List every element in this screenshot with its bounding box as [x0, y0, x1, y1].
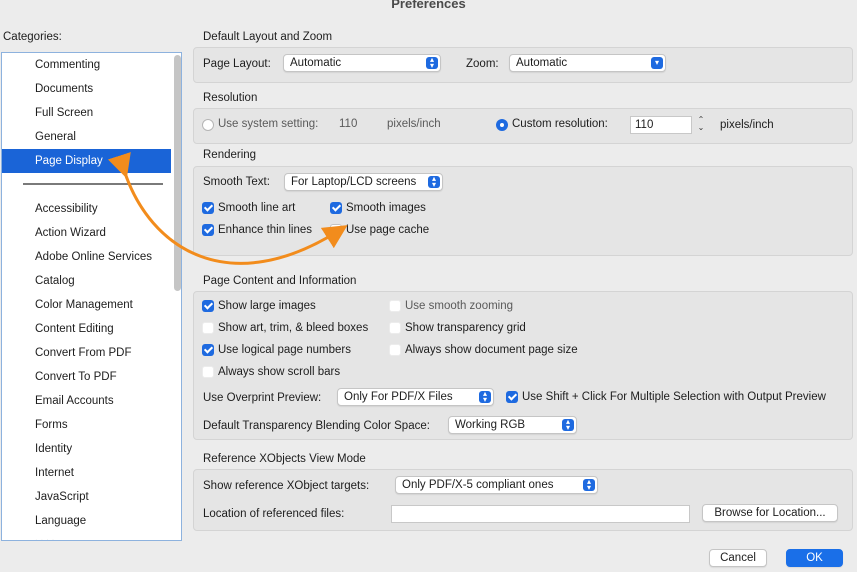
categories-list[interactable]: Commenting Documents Full Screen General…	[1, 52, 182, 541]
sidebar-item-commenting[interactable]: Commenting	[2, 53, 171, 77]
resolution-stepper[interactable]: ⌃ ⌄	[695, 116, 707, 134]
custom-resolution-input[interactable]: 110	[630, 116, 692, 134]
sidebar-separator	[23, 183, 163, 185]
always-show-doc-page-size-label: Always show document page size	[405, 344, 578, 356]
sidebar-item-accessibility[interactable]: Accessibility	[2, 197, 171, 221]
page-layout-select[interactable]: Automatic ▴ ▾	[283, 54, 441, 72]
chevron-up-down-icon: ▴ ▾	[562, 418, 574, 432]
custom-resolution-label: Custom resolution:	[512, 118, 608, 130]
custom-resolution-radio[interactable]	[496, 119, 508, 131]
section-title-layout-zoom: Default Layout and Zoom	[203, 31, 333, 43]
smooth-text-value: For Laptop/LCD screens	[291, 176, 417, 188]
sidebar-item-color-management[interactable]: Color Management	[2, 293, 171, 317]
shift-click-label: Use Shift + Click For Multiple Selection…	[522, 391, 826, 403]
chevron-up-down-icon: ▴ ▾	[426, 56, 438, 70]
chevron-up-down-icon: ▴ ▾	[583, 478, 595, 492]
chevron-up-down-icon: ▴ ▾	[428, 175, 440, 189]
show-art-trim-bleed-label: Show art, trim, & bleed boxes	[218, 322, 369, 334]
categories-label: Categories:	[3, 31, 62, 43]
sidebar-item-full-screen[interactable]: Full Screen	[2, 101, 171, 125]
always-show-scroll-bars-checkbox[interactable]	[202, 366, 214, 378]
sidebar-scrollbar[interactable]	[174, 55, 181, 291]
show-large-images-label: Show large images	[218, 300, 316, 312]
sidebar-item-adobe-online-services[interactable]: Adobe Online Services	[2, 245, 171, 269]
zoom-select[interactable]: Automatic ▾	[509, 54, 666, 72]
system-resolution-value: 110	[339, 118, 358, 130]
chevron-up-down-icon: ▴ ▾	[479, 390, 491, 404]
show-transparency-grid-checkbox[interactable]	[389, 322, 401, 334]
sidebar-item-documents[interactable]: Documents	[2, 77, 171, 101]
chevron-down-icon: ▾	[651, 57, 663, 69]
system-setting-label: Use system setting:	[218, 118, 319, 130]
use-logical-page-numbers-label: Use logical page numbers	[218, 344, 351, 356]
smooth-text-label: Smooth Text:	[203, 176, 270, 188]
page-layout-label: Page Layout:	[203, 58, 271, 70]
use-page-cache-label: Use page cache	[346, 224, 430, 236]
xobject-targets-value: Only PDF/X-5 compliant ones	[402, 479, 554, 491]
xobject-targets-label: Show reference XObject targets:	[203, 480, 370, 492]
sidebar-item-email-accounts[interactable]: Email Accounts	[2, 389, 171, 413]
sidebar-item-catalog[interactable]: Catalog	[2, 269, 171, 293]
custom-resolution-unit: pixels/inch	[720, 119, 774, 131]
smooth-images-checkbox[interactable]	[330, 202, 342, 214]
window-title: Preferences	[391, 0, 466, 11]
use-logical-page-numbers-checkbox[interactable]	[202, 344, 214, 356]
smooth-line-art-checkbox[interactable]	[202, 202, 214, 214]
system-resolution-unit: pixels/inch	[387, 118, 441, 130]
section-title-page-content: Page Content and Information	[203, 275, 357, 287]
xobject-targets-select[interactable]: Only PDF/X-5 compliant ones ▴ ▾	[395, 476, 598, 494]
sidebar-item-page-display[interactable]: Page Display	[2, 149, 171, 173]
show-art-trim-bleed-checkbox[interactable]	[202, 322, 214, 334]
system-setting-radio[interactable]	[202, 119, 214, 131]
enhance-thin-lines-checkbox[interactable]	[202, 224, 214, 236]
sidebar-item-action-wizard[interactable]: Action Wizard	[2, 221, 171, 245]
blending-color-space-value: Working RGB	[455, 419, 526, 431]
shift-click-checkbox[interactable]	[506, 391, 518, 403]
zoom-label: Zoom:	[466, 58, 499, 70]
show-large-images-checkbox[interactable]	[202, 300, 214, 312]
overprint-preview-select[interactable]: Only For PDF/X Files ▴ ▾	[337, 388, 494, 406]
overprint-preview-label: Use Overprint Preview:	[203, 392, 322, 404]
enhance-thin-lines-label: Enhance thin lines	[218, 224, 312, 236]
cancel-button[interactable]: Cancel	[709, 549, 767, 567]
sidebar-item-identity[interactable]: Identity	[2, 437, 171, 461]
referenced-files-location-input[interactable]	[391, 505, 690, 523]
blending-color-space-select[interactable]: Working RGB ▴ ▾	[448, 416, 577, 434]
sidebar-item-convert-from-pdf[interactable]: Convert From PDF	[2, 341, 171, 365]
sidebar-clipped-item: . . . .	[35, 533, 55, 541]
section-title-xobjects: Reference XObjects View Mode	[203, 453, 366, 465]
use-page-cache-checkbox[interactable]	[330, 224, 342, 236]
smooth-images-label: Smooth images	[346, 202, 426, 214]
use-smooth-zooming-checkbox[interactable]	[389, 300, 401, 312]
sidebar-item-language[interactable]: Language	[2, 509, 171, 533]
section-title-rendering: Rendering	[203, 149, 257, 161]
smooth-line-art-label: Smooth line art	[218, 202, 296, 214]
sidebar-item-javascript[interactable]: JavaScript	[2, 485, 171, 509]
zoom-value: Automatic	[516, 57, 568, 69]
section-title-resolution: Resolution	[203, 92, 258, 104]
overprint-preview-value: Only For PDF/X Files	[344, 391, 453, 403]
browse-location-button[interactable]: Browse for Location...	[702, 504, 838, 522]
ok-button[interactable]: OK	[786, 549, 843, 567]
show-transparency-grid-label: Show transparency grid	[405, 322, 526, 334]
page-layout-value: Automatic	[290, 57, 342, 69]
sidebar-item-content-editing[interactable]: Content Editing	[2, 317, 171, 341]
use-smooth-zooming-label: Use smooth zooming	[405, 300, 514, 312]
referenced-files-location-label: Location of referenced files:	[203, 508, 345, 520]
blending-color-space-label: Default Transparency Blending Color Spac…	[203, 420, 430, 432]
sidebar-item-general[interactable]: General	[2, 125, 171, 149]
sidebar-item-internet[interactable]: Internet	[2, 461, 171, 485]
sidebar-item-convert-to-pdf[interactable]: Convert To PDF	[2, 365, 171, 389]
always-show-scroll-bars-label: Always show scroll bars	[218, 366, 341, 378]
always-show-doc-page-size-checkbox[interactable]	[389, 344, 401, 356]
smooth-text-select[interactable]: For Laptop/LCD screens ▴ ▾	[284, 173, 443, 191]
sidebar-item-forms[interactable]: Forms	[2, 413, 171, 437]
